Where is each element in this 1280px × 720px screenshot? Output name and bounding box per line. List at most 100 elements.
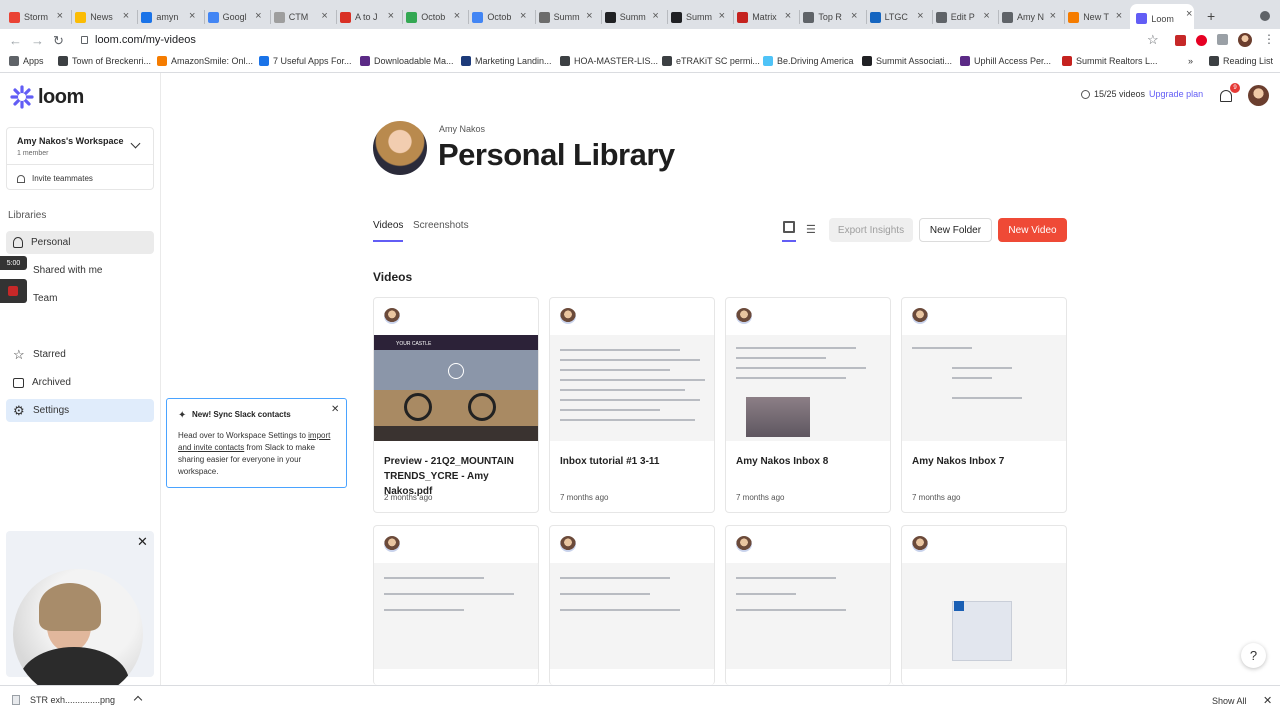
video-title[interactable]: Amy Nakos Inbox 8 xyxy=(736,454,881,469)
browser-tab[interactable]: A to J × xyxy=(340,6,396,28)
browser-tab[interactable]: New T × xyxy=(1068,6,1124,28)
browser-tab[interactable]: Googl × xyxy=(207,6,264,28)
close-icon[interactable]: × xyxy=(851,10,857,22)
workspace-switcher[interactable]: Amy Nakos's Workspace 1 member Invite te… xyxy=(6,127,154,190)
video-thumbnail[interactable] xyxy=(550,335,714,441)
bookmark-star-icon[interactable]: ☆ xyxy=(1147,32,1159,48)
close-icon[interactable]: × xyxy=(652,10,658,22)
video-title[interactable]: Inbox tutorial #1 3-11 xyxy=(560,454,705,469)
close-icon[interactable]: × xyxy=(1186,8,1192,20)
chevron-up-icon[interactable] xyxy=(133,695,143,705)
video-card[interactable] xyxy=(373,525,539,685)
close-icon[interactable]: × xyxy=(719,10,725,22)
close-icon[interactable]: ✕ xyxy=(137,534,148,550)
video-thumbnail[interactable] xyxy=(550,563,714,669)
close-icon[interactable]: × xyxy=(454,10,460,22)
bookmark-item[interactable]: AmazonSmile: Onl... xyxy=(157,56,253,66)
download-item[interactable]: STR exh..............png xyxy=(12,695,143,705)
lock-icon[interactable] xyxy=(81,36,88,44)
browser-tab[interactable]: Storm × xyxy=(9,6,65,28)
reload-icon[interactable]: ↻ xyxy=(53,33,64,49)
back-icon[interactable]: ← xyxy=(9,33,22,48)
video-card[interactable] xyxy=(549,525,715,685)
browser-menu-icon[interactable] xyxy=(1260,11,1270,21)
bookmark-item[interactable]: Summit Associati... xyxy=(862,56,952,66)
bookmark-item[interactable]: Uphill Access Per... xyxy=(960,56,1051,66)
close-icon[interactable]: × xyxy=(785,10,791,22)
upgrade-plan-link[interactable]: Upgrade plan xyxy=(1149,89,1203,99)
profile-avatar-icon[interactable] xyxy=(1238,33,1252,47)
recording-timer[interactable]: 5:00 xyxy=(0,256,27,270)
browser-tab[interactable]: Summ × xyxy=(538,6,595,28)
bookmark-item[interactable]: Apps xyxy=(9,56,44,66)
browser-tab[interactable]: LTGC × xyxy=(869,6,926,28)
sidebar-item-starred[interactable]: ☆ Starred xyxy=(6,343,154,366)
close-icon[interactable]: × xyxy=(586,10,592,22)
video-card[interactable] xyxy=(901,525,1067,685)
close-icon[interactable]: × xyxy=(321,10,327,22)
browser-tab[interactable]: Edit P × xyxy=(935,6,992,28)
export-insights-button[interactable]: Export Insights xyxy=(829,218,913,242)
invite-teammates-button[interactable]: Invite teammates xyxy=(17,174,93,183)
browser-tab[interactable]: CTM × xyxy=(273,6,330,28)
user-avatar[interactable] xyxy=(1248,85,1269,106)
close-icon[interactable]: × xyxy=(1050,10,1056,22)
bookmark-item[interactable]: Be.Driving America xyxy=(763,56,854,66)
bookmark-item[interactable]: HOA-MASTER-LIS... xyxy=(560,56,658,66)
tab-videos[interactable]: Videos xyxy=(373,220,404,242)
browser-tab[interactable]: Octob × xyxy=(472,6,528,28)
browser-tab[interactable]: Amy N × xyxy=(1002,6,1058,28)
video-thumbnail[interactable]: YOUR CASTLE xyxy=(374,335,538,441)
loom-logo[interactable]: loom xyxy=(10,85,84,109)
list-view-icon[interactable]: ☰ xyxy=(806,223,816,236)
close-icon[interactable]: ✕ xyxy=(1263,694,1272,707)
more-menu-icon[interactable]: ⋮ xyxy=(1263,32,1275,46)
sidebar-item-settings[interactable]: ⚙ Settings xyxy=(6,399,154,422)
close-icon[interactable]: × xyxy=(388,10,394,22)
bell-icon[interactable] xyxy=(1220,90,1232,102)
close-icon[interactable]: × xyxy=(520,10,526,22)
extension-lastpass-icon[interactable] xyxy=(1175,35,1186,46)
video-thumbnail[interactable] xyxy=(902,563,1066,669)
video-card[interactable]: Inbox tutorial #1 3-11 7 months ago xyxy=(549,297,715,513)
video-thumbnail[interactable] xyxy=(902,335,1066,441)
address-bar[interactable]: loom.com/my-videos xyxy=(95,34,196,46)
sidebar-item-team[interactable]: Team xyxy=(6,287,154,310)
browser-tab[interactable]: Summ × xyxy=(604,6,661,28)
bookmark-item[interactable]: 7 Useful Apps For... xyxy=(259,56,352,66)
bookmark-item[interactable]: Summit Realtors L... xyxy=(1062,56,1158,66)
extension-pinterest-icon[interactable] xyxy=(1196,35,1207,46)
camera-bubble[interactable] xyxy=(13,569,143,699)
grid-view-icon[interactable] xyxy=(783,221,795,233)
video-card[interactable]: YOUR CASTLE Preview - 21Q2_MOUNTAIN TREN… xyxy=(373,297,539,513)
sidebar-item-shared[interactable]: Shared with me xyxy=(6,259,154,282)
close-icon[interactable]: ✕ xyxy=(331,404,339,415)
video-title[interactable]: Amy Nakos Inbox 7 xyxy=(912,454,1057,469)
browser-tab[interactable]: Octob × xyxy=(406,6,462,28)
sidebar-item-archived[interactable]: Archived xyxy=(6,371,154,394)
video-card[interactable]: Amy Nakos Inbox 8 7 months ago xyxy=(725,297,891,513)
bookmark-item[interactable]: eTRAKiT SC permi... xyxy=(662,56,760,66)
video-card[interactable]: Amy Nakos Inbox 7 7 months ago xyxy=(901,297,1067,513)
browser-tab[interactable]: Matrix × xyxy=(737,6,793,28)
extensions-puzzle-icon[interactable] xyxy=(1217,34,1228,45)
bookmarks-overflow-icon[interactable]: » xyxy=(1188,56,1193,66)
browser-tab[interactable]: Summ × xyxy=(671,6,727,28)
close-icon[interactable]: × xyxy=(983,10,989,22)
new-tab-button[interactable]: + xyxy=(1207,8,1215,24)
video-card[interactable] xyxy=(725,525,891,685)
bookmark-item[interactable]: Downloadable Ma... xyxy=(360,56,454,66)
show-all-button[interactable]: Show All xyxy=(1212,696,1247,706)
recording-stop-button[interactable] xyxy=(0,279,27,303)
bookmark-item[interactable]: Reading List xyxy=(1209,56,1273,66)
close-icon[interactable]: × xyxy=(123,10,129,22)
browser-tab[interactable]: amyn × xyxy=(141,6,197,28)
forward-icon[interactable]: → xyxy=(31,33,44,48)
close-icon[interactable]: × xyxy=(57,10,63,22)
close-icon[interactable]: × xyxy=(255,10,261,22)
close-icon[interactable]: × xyxy=(917,10,923,22)
close-icon[interactable]: × xyxy=(189,10,195,22)
video-thumbnail[interactable] xyxy=(726,335,890,441)
chevron-down-icon[interactable] xyxy=(130,138,141,149)
browser-tab[interactable]: Top R × xyxy=(803,6,859,28)
